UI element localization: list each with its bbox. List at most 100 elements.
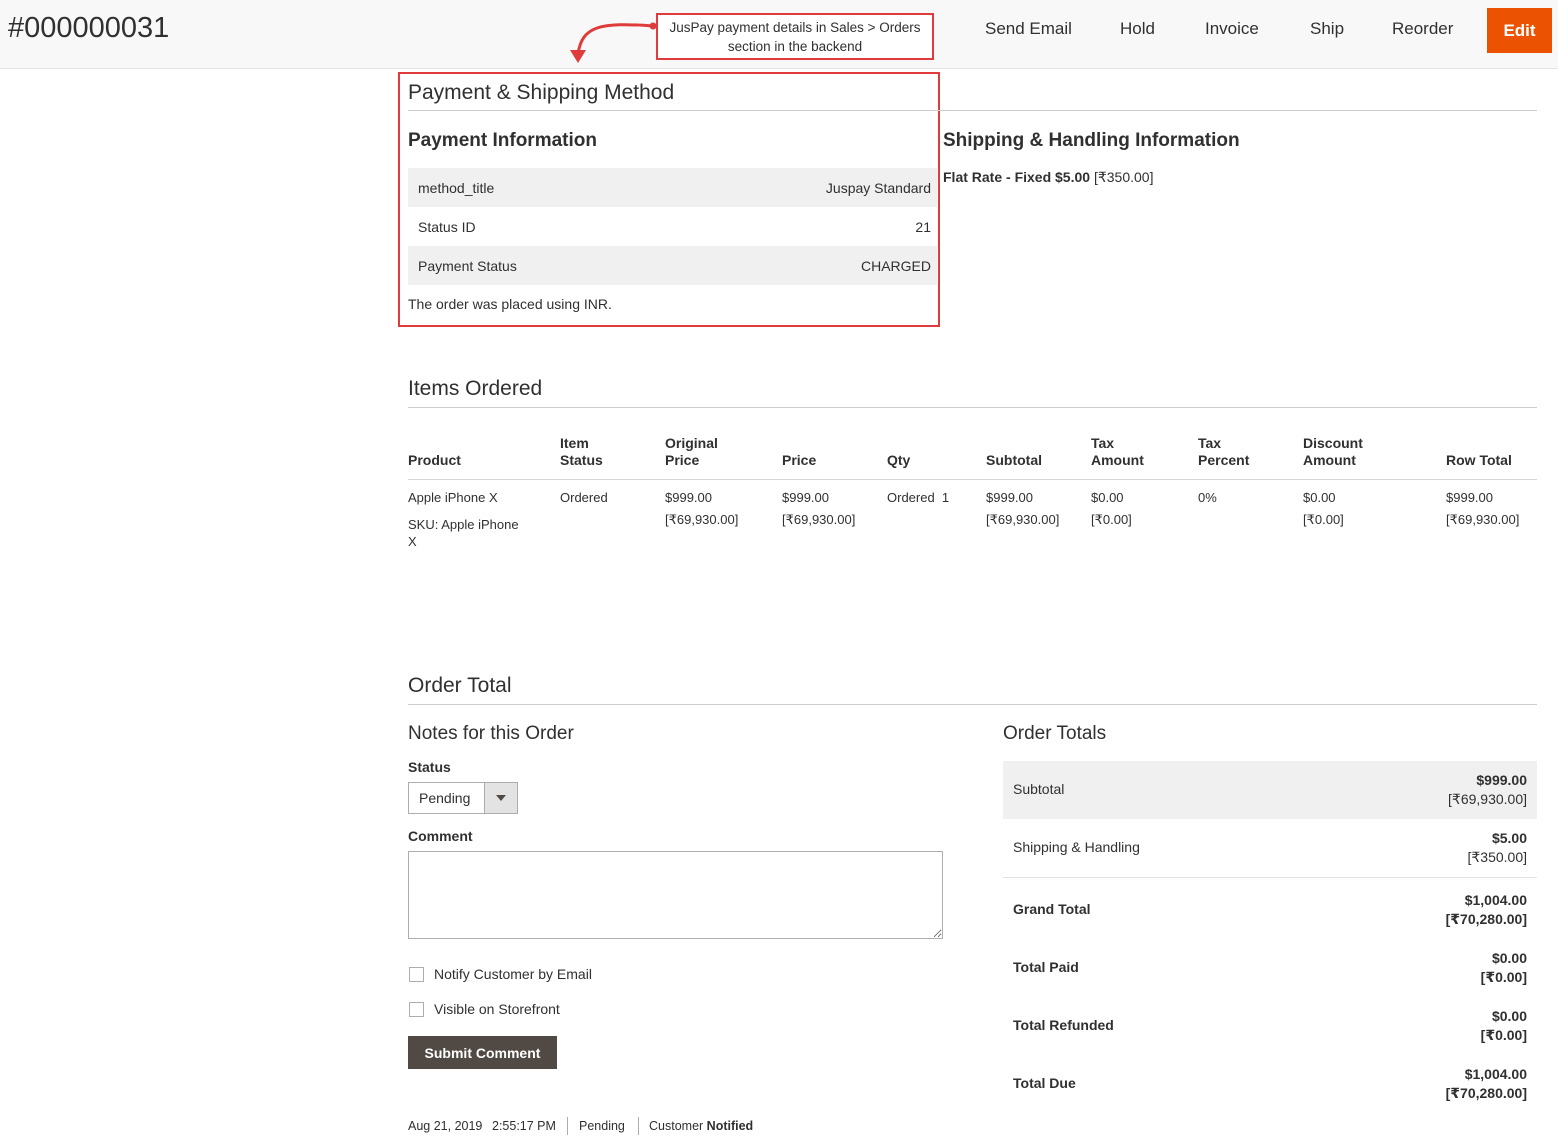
invoice-button[interactable]: Invoice bbox=[1205, 19, 1259, 39]
col-header-original-price: Original Price bbox=[665, 435, 718, 469]
price-usd: $0.00 bbox=[1091, 490, 1124, 505]
payment-row-value: Juspay Standard bbox=[825, 179, 931, 196]
totals-inr: [₹0.00] bbox=[1480, 969, 1527, 985]
payment-shipping-title: Payment & Shipping Method bbox=[408, 81, 675, 104]
price-usd: $999.00 bbox=[1446, 490, 1493, 505]
col-header-tax-percent: Tax Percent bbox=[1198, 435, 1249, 469]
totals-row-subtotal: Subtotal $999.00 [₹69,930.00] bbox=[1003, 761, 1537, 819]
history-separator bbox=[638, 1117, 639, 1135]
sku-line: SKU: Apple iPhone bbox=[408, 517, 519, 532]
totals-row-total-refunded: Total Refunded $0.00 [₹0.00] bbox=[1003, 996, 1537, 1054]
totals-usd: $1,004.00 bbox=[1464, 892, 1527, 908]
totals-divider bbox=[1003, 877, 1537, 878]
notes-title: Notes for this Order bbox=[408, 723, 574, 744]
totals-row-total-due: Total Due $1,004.00 [₹70,280.00] bbox=[1003, 1054, 1537, 1112]
shipping-method-converted: [₹350.00] bbox=[1093, 169, 1154, 185]
discount-amount: $0.00 [₹0.00] bbox=[1303, 487, 1344, 531]
annotation-arrow-icon bbox=[570, 22, 657, 63]
price-inr: [₹69,930.00] bbox=[782, 512, 856, 527]
col-header-line: Price bbox=[665, 452, 700, 468]
currency-note: The order was placed using INR. bbox=[408, 296, 612, 312]
price-usd: $999.00 bbox=[782, 490, 829, 505]
col-header-discount-amount: Discount Amount bbox=[1303, 435, 1363, 469]
payment-row-label: method_title bbox=[418, 179, 495, 196]
edit-button[interactable]: Edit bbox=[1487, 8, 1552, 53]
col-header-line: Tax bbox=[1198, 435, 1222, 451]
totals-row-shipping: Shipping & Handling $5.00 [₹350.00] bbox=[1003, 819, 1537, 877]
tax-amount: $0.00 [₹0.00] bbox=[1091, 487, 1132, 531]
col-header-row-total: Row Total bbox=[1446, 452, 1512, 468]
totals-inr: [₹350.00] bbox=[1467, 849, 1527, 865]
history-status: Pending bbox=[579, 1119, 625, 1133]
col-header-product: Product bbox=[408, 452, 461, 468]
totals-usd: $1,004.00 bbox=[1464, 1066, 1527, 1082]
annotation-line-1: JusPay payment details in Sales > Orders bbox=[669, 20, 921, 35]
payment-row-value: CHARGED bbox=[860, 257, 931, 274]
items-ordered-title: Items Ordered bbox=[408, 377, 543, 400]
totals-row-total-paid: Total Paid $0.00 [₹0.00] bbox=[1003, 938, 1537, 996]
payment-row-label: Status ID bbox=[418, 218, 476, 235]
comment-label: Comment bbox=[408, 828, 473, 844]
status-select[interactable]: Pending bbox=[408, 782, 518, 814]
payment-row-status-id: Status ID 21 bbox=[408, 207, 937, 246]
shipping-method-name: Flat Rate - Fixed $5.00 bbox=[943, 169, 1091, 185]
order-totals-title: Order Totals bbox=[1003, 723, 1107, 744]
comment-textarea[interactable] bbox=[408, 851, 943, 939]
submit-comment-button[interactable]: Submit Comment bbox=[408, 1036, 557, 1069]
history-date: Aug 21, 2019 bbox=[408, 1119, 483, 1133]
history-customer-notified: Customer Notified bbox=[649, 1119, 753, 1133]
section-divider bbox=[408, 704, 1537, 705]
totals-usd: $5.00 bbox=[1491, 830, 1527, 846]
col-header-tax-amount: Tax Amount bbox=[1091, 435, 1144, 469]
reorder-button[interactable]: Reorder bbox=[1392, 19, 1453, 39]
col-header-qty: Qty bbox=[887, 452, 911, 468]
item-status: Ordered bbox=[560, 490, 608, 505]
totals-value: $999.00 [₹69,930.00] bbox=[1448, 771, 1527, 809]
ship-button[interactable]: Ship bbox=[1310, 19, 1344, 39]
totals-value: $0.00 [₹0.00] bbox=[1481, 949, 1527, 987]
price-usd: $999.00 bbox=[986, 490, 1033, 505]
col-header-line: Percent bbox=[1198, 452, 1250, 468]
totals-row-grand-total: Grand Total $1,004.00 [₹70,280.00] bbox=[1003, 880, 1537, 938]
totals-value: $1,004.00 [₹70,280.00] bbox=[1446, 1065, 1527, 1103]
section-divider bbox=[408, 407, 1537, 408]
notify-customer-checkbox[interactable] bbox=[409, 967, 424, 982]
col-header-line: Tax bbox=[1091, 435, 1115, 451]
visible-storefront-checkbox[interactable] bbox=[409, 1002, 424, 1017]
col-header-price: Price bbox=[782, 452, 817, 468]
col-header-line: Amount bbox=[1091, 452, 1144, 468]
shipping-information-title: Shipping & Handling Information bbox=[943, 130, 1240, 151]
col-header-line: Status bbox=[560, 452, 603, 468]
product-sku: SKU: Apple iPhone X bbox=[408, 516, 519, 550]
totals-inr: [₹70,280.00] bbox=[1445, 911, 1527, 927]
send-email-button[interactable]: Send Email bbox=[985, 19, 1072, 39]
totals-label: Shipping & Handling bbox=[1013, 839, 1140, 855]
price-inr: [₹0.00] bbox=[1091, 512, 1132, 527]
totals-inr: [₹70,280.00] bbox=[1445, 1085, 1527, 1101]
annotation-callout: JusPay payment details in Sales > Orders… bbox=[656, 13, 934, 60]
visible-storefront-label: Visible on Storefront bbox=[434, 1001, 560, 1017]
order-total-title: Order Total bbox=[408, 674, 512, 697]
totals-label: Grand Total bbox=[1013, 901, 1091, 917]
tax-percent: 0% bbox=[1198, 490, 1217, 505]
history-separator bbox=[567, 1117, 568, 1135]
hold-button[interactable]: Hold bbox=[1120, 19, 1155, 39]
chevron-down-icon bbox=[484, 783, 517, 813]
price-inr: [₹69,930.00] bbox=[665, 512, 739, 527]
original-price: $999.00 [₹69,930.00] bbox=[665, 487, 738, 531]
col-header-line: Discount bbox=[1303, 435, 1363, 451]
totals-label: Subtotal bbox=[1013, 781, 1065, 797]
price-inr: [₹0.00] bbox=[1303, 512, 1344, 527]
price-usd: $999.00 bbox=[665, 490, 712, 505]
history-customer-prefix: Customer bbox=[649, 1119, 704, 1133]
payment-row-label: Payment Status bbox=[418, 257, 517, 274]
price-usd: $0.00 bbox=[1303, 490, 1336, 505]
history-time: 2:55:17 PM bbox=[492, 1119, 556, 1133]
col-header-line: Amount bbox=[1303, 452, 1356, 468]
totals-usd: $999.00 bbox=[1476, 772, 1527, 788]
totals-label: Total Paid bbox=[1013, 959, 1079, 975]
row-total: $999.00 [₹69,930.00] bbox=[1446, 487, 1519, 531]
sku-line: X bbox=[408, 534, 417, 549]
qty: Ordered 1 bbox=[887, 490, 950, 505]
totals-label: Total Refunded bbox=[1013, 1017, 1114, 1033]
